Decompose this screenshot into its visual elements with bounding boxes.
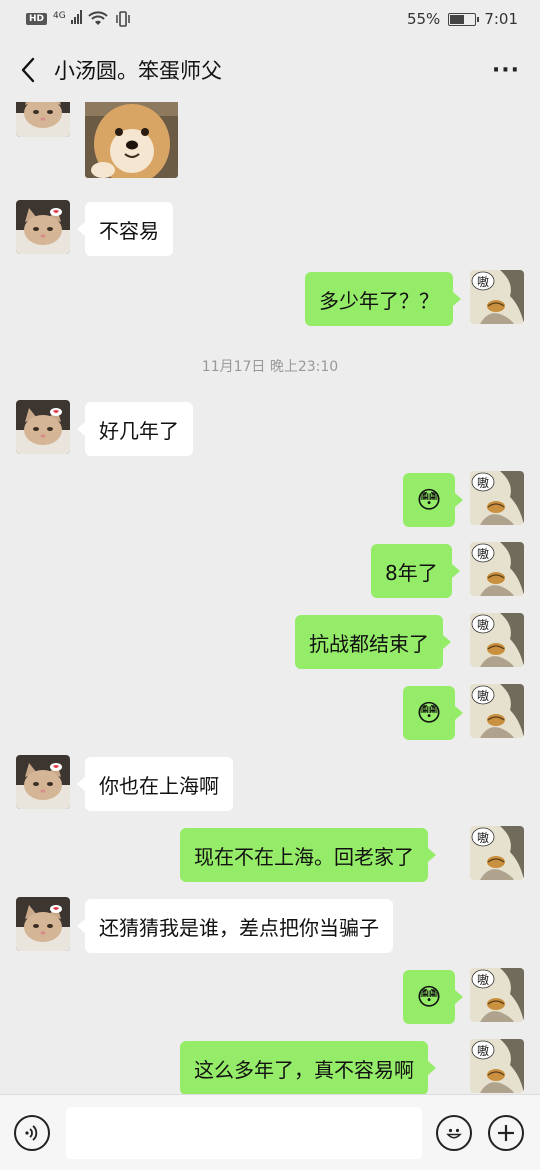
contact-avatar[interactable] bbox=[16, 200, 70, 254]
svg-text:嗷: 嗷 bbox=[477, 547, 489, 561]
message-bubble-outgoing[interactable]: 8年了 bbox=[371, 544, 460, 598]
svg-text:嗷: 嗷 bbox=[477, 476, 489, 490]
svg-text:嗷: 嗷 bbox=[477, 973, 489, 987]
emoji-button[interactable] bbox=[436, 1114, 472, 1151]
flushed-emoji-icon: 😳 bbox=[416, 699, 442, 727]
message-row: 多少年了？？ 嗷 bbox=[0, 270, 540, 328]
back-button[interactable] bbox=[14, 50, 42, 90]
svg-text:嗷: 嗷 bbox=[477, 618, 489, 632]
message-bubble-outgoing[interactable]: 这么多年了，真不容易啊 bbox=[180, 1041, 436, 1094]
voice-button[interactable] bbox=[14, 1114, 50, 1151]
status-left: HD 4G bbox=[26, 10, 132, 28]
message-bubble-outgoing[interactable]: 😳 bbox=[403, 686, 463, 740]
message-row bbox=[0, 102, 540, 186]
message-bubble-outgoing[interactable]: 😳 bbox=[403, 970, 463, 1024]
signal-icon: 4G bbox=[53, 10, 82, 28]
message-row: 不容易 bbox=[0, 200, 540, 258]
my-avatar[interactable]: 嗷 bbox=[470, 1039, 524, 1093]
contact-avatar[interactable] bbox=[16, 400, 70, 454]
my-avatar[interactable]: 嗷 bbox=[470, 684, 524, 738]
input-bar bbox=[0, 1094, 540, 1170]
message-row: 你也在上海啊 bbox=[0, 755, 540, 813]
network-type: 4G bbox=[53, 11, 66, 21]
hd-indicator: HD bbox=[26, 13, 48, 25]
svg-text:嗷: 嗷 bbox=[477, 1044, 489, 1058]
message-bubble-outgoing[interactable]: 😳 bbox=[403, 473, 463, 527]
message-row: 抗战都结束了 嗷 bbox=[0, 613, 540, 671]
my-avatar[interactable]: 嗷 bbox=[470, 542, 524, 596]
my-avatar[interactable]: 嗷 bbox=[470, 270, 524, 324]
message-bubble-outgoing[interactable]: 多少年了？？ bbox=[305, 272, 461, 326]
plus-icon bbox=[498, 1124, 514, 1141]
chat-header: 小汤圆。笨蛋师父 ··· bbox=[0, 38, 540, 102]
my-avatar[interactable]: 嗷 bbox=[470, 613, 524, 667]
svg-text:嗷: 嗷 bbox=[477, 831, 489, 845]
message-row: 这么多年了，真不容易啊 嗷 bbox=[0, 1039, 540, 1094]
status-bar: HD 4G 55% 7:01 bbox=[0, 0, 540, 38]
timestamp: 11月17日 晚上23:10 bbox=[201, 359, 339, 375]
message-row: 😳 嗷 bbox=[0, 471, 540, 529]
message-bubble-outgoing[interactable]: 现在不在上海。回老家了 bbox=[180, 828, 436, 882]
wifi-icon bbox=[87, 11, 108, 25]
status-right: 55% 7:01 bbox=[407, 10, 518, 28]
contact-avatar[interactable] bbox=[16, 755, 70, 809]
message-list[interactable]: 不容易 多少年了？？ 嗷 11月17日 晚上23:10 好几年了 😳 嗷 8年了… bbox=[0, 102, 540, 1094]
contact-avatar[interactable] bbox=[16, 897, 70, 951]
my-avatar[interactable]: 嗷 bbox=[470, 968, 524, 1022]
svg-text:嗷: 嗷 bbox=[477, 275, 489, 289]
chat-title: 小汤圆。笨蛋师父 bbox=[54, 59, 222, 83]
more-button[interactable]: ··· bbox=[492, 58, 520, 83]
message-bubble-incoming[interactable]: 你也在上海啊 bbox=[77, 757, 233, 811]
message-bubble-outgoing[interactable]: 抗战都结束了 bbox=[295, 615, 451, 669]
my-avatar[interactable]: 嗷 bbox=[470, 471, 524, 525]
message-row: 好几年了 bbox=[0, 400, 540, 458]
battery-icon bbox=[448, 12, 480, 26]
message-bubble-incoming[interactable]: 不容易 bbox=[77, 202, 173, 256]
more-functions-button[interactable] bbox=[488, 1114, 524, 1151]
message-bubble-incoming[interactable]: 还猜猜我是谁，差点把你当骗子 bbox=[77, 899, 393, 953]
clock: 7:01 bbox=[484, 10, 518, 28]
my-avatar[interactable]: 嗷 bbox=[470, 826, 524, 880]
message-bubble-incoming[interactable]: 好几年了 bbox=[77, 402, 193, 456]
battery-percent: 55% bbox=[406, 10, 441, 28]
message-row: 😳 嗷 bbox=[0, 684, 540, 742]
contact-avatar[interactable] bbox=[16, 102, 70, 137]
vibrate-icon bbox=[115, 11, 130, 27]
message-row: 😳 嗷 bbox=[0, 968, 540, 1026]
chevron-left-icon bbox=[21, 57, 35, 83]
message-row: 还猜猜我是谁，差点把你当骗子 bbox=[0, 897, 540, 955]
flushed-emoji-icon: 😳 bbox=[416, 983, 442, 1011]
svg-text:嗷: 嗷 bbox=[477, 689, 489, 703]
voice-icon bbox=[25, 1124, 38, 1141]
message-row: 8年了 嗷 bbox=[0, 542, 540, 600]
message-input[interactable] bbox=[66, 1106, 422, 1159]
smiley-icon bbox=[446, 1128, 462, 1139]
flushed-emoji-icon: 😳 bbox=[416, 486, 442, 514]
message-row: 现在不在上海。回老家了 嗷 bbox=[0, 826, 540, 884]
dog-sticker-image[interactable] bbox=[85, 102, 178, 178]
